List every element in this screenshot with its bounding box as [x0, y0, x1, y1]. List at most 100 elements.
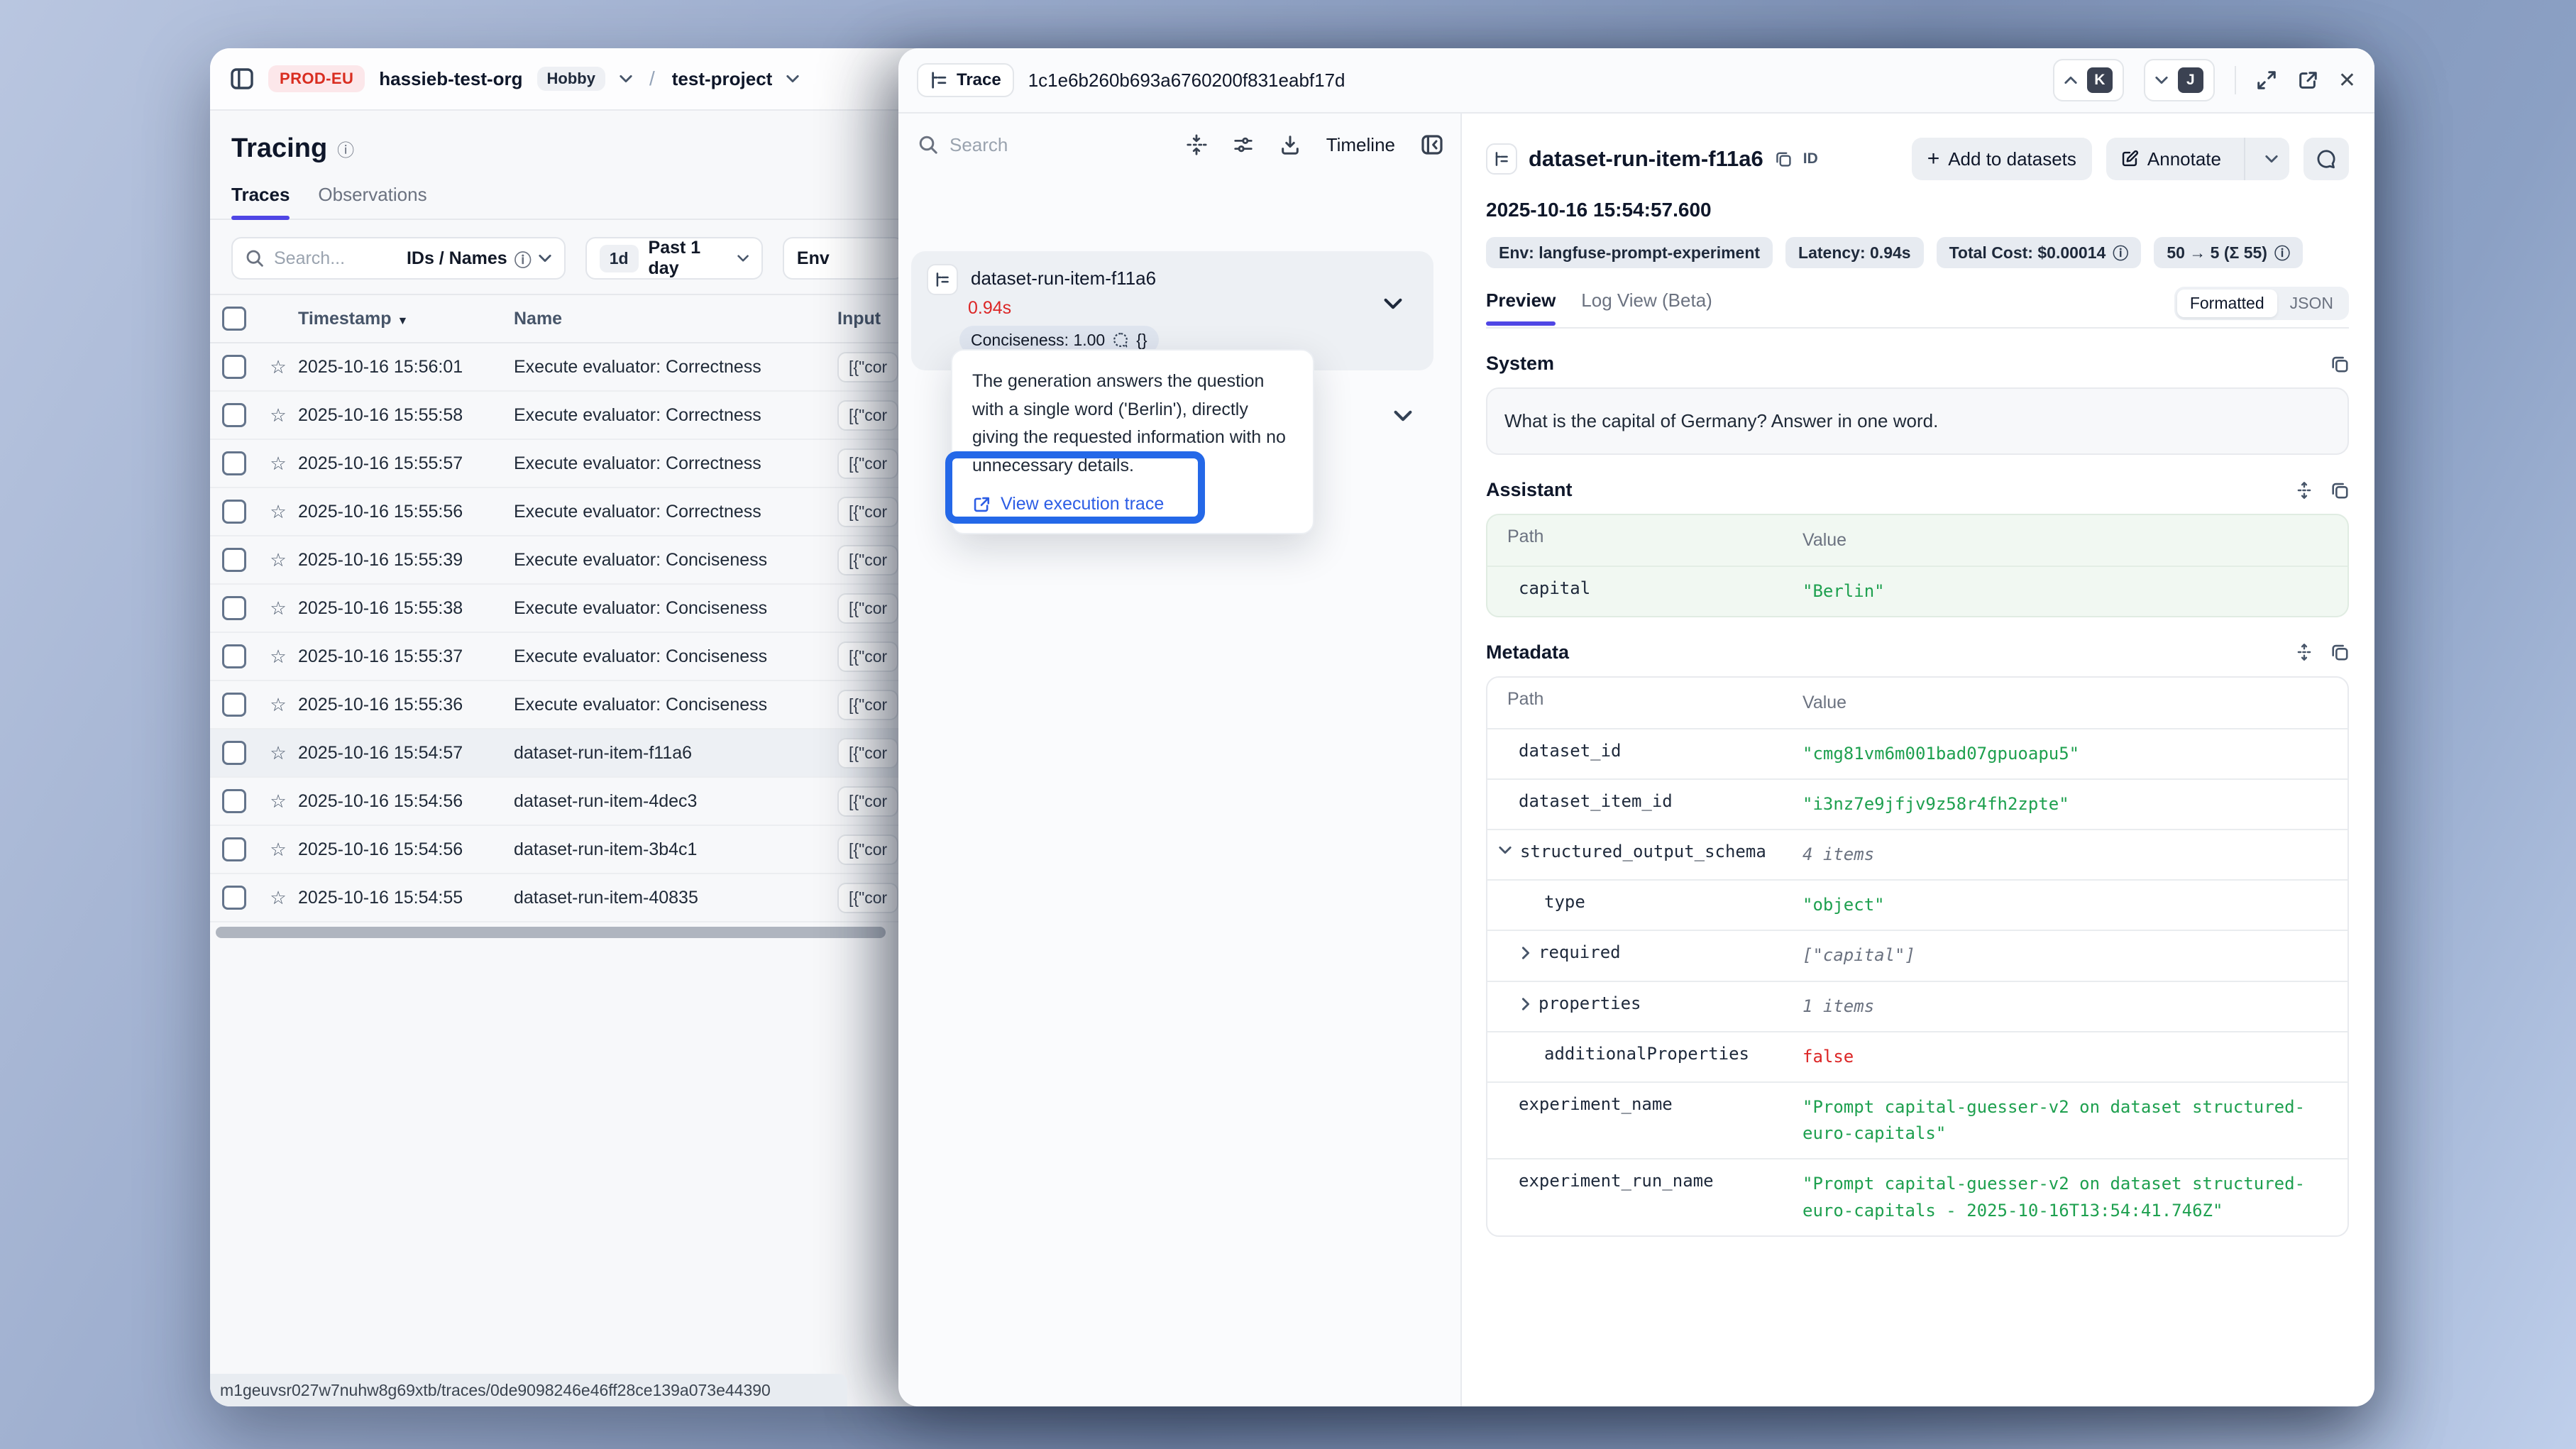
row-checkbox[interactable] — [222, 789, 246, 813]
table-row[interactable]: ☆2025-10-16 15:54:56dataset-run-item-4de… — [210, 778, 904, 826]
row-checkbox[interactable] — [222, 355, 246, 379]
row-checkbox[interactable] — [222, 403, 246, 427]
expand-vertical-icon[interactable] — [2295, 643, 2313, 661]
filter-bar: Search... IDs / Names ⓘ 1d Past 1 day En… — [210, 220, 904, 294]
kv-row-expandable[interactable]: properties 1 items — [1487, 982, 2347, 1032]
table-row[interactable]: ☆2025-10-16 15:54:55dataset-run-item-408… — [210, 874, 904, 922]
time-shortcut: 1d — [600, 245, 639, 272]
settings-sliders-icon[interactable] — [1233, 134, 1254, 155]
col-name[interactable]: Name — [514, 309, 837, 329]
close-icon[interactable]: ✕ — [2338, 68, 2356, 93]
search-placeholder: Search... — [274, 248, 345, 269]
table-row[interactable]: ☆2025-10-16 15:54:56dataset-run-item-3b4… — [210, 826, 904, 874]
tab-observations[interactable]: Observations — [318, 184, 426, 219]
row-checkbox[interactable] — [222, 451, 246, 475]
sidebar-toggle-icon[interactable] — [230, 67, 254, 91]
search-mode-select[interactable]: IDs / Names ⓘ — [407, 246, 551, 271]
env-filter[interactable]: Env — [783, 237, 904, 280]
project-name[interactable]: test-project — [672, 68, 773, 90]
assistant-table: Path Value capital "Berlin" — [1486, 514, 2349, 617]
kv-row-expandable[interactable]: required ["capital"] — [1487, 931, 2347, 981]
timeline-toggle[interactable]: Timeline — [1326, 134, 1395, 156]
star-icon[interactable]: ☆ — [258, 694, 298, 716]
row-checkbox[interactable] — [222, 596, 246, 620]
toggle-json[interactable]: JSON — [2277, 290, 2346, 317]
star-icon[interactable]: ☆ — [258, 742, 298, 764]
star-icon[interactable]: ☆ — [258, 597, 298, 619]
prev-trace-button[interactable]: K — [2053, 59, 2124, 101]
tab-preview[interactable]: Preview — [1486, 290, 1556, 324]
row-checkbox[interactable] — [222, 837, 246, 861]
node-collapse-chevron-icon[interactable] — [1384, 298, 1402, 309]
open-in-new-icon[interactable] — [2297, 70, 2318, 91]
info-icon[interactable]: ⓘ — [337, 136, 354, 161]
star-icon[interactable]: ☆ — [258, 404, 298, 426]
breadcrumb-separator: / — [649, 67, 655, 90]
table-row-selected[interactable]: ☆2025-10-16 15:54:57dataset-run-item-f11… — [210, 729, 904, 778]
expand-vertical-icon[interactable] — [2295, 481, 2313, 500]
fullscreen-icon[interactable] — [2256, 70, 2277, 91]
tab-log-view[interactable]: Log View (Beta) — [1581, 290, 1712, 324]
row-checkbox[interactable] — [222, 548, 246, 572]
toggle-formatted[interactable]: Formatted — [2177, 290, 2277, 317]
table-row[interactable]: ☆2025-10-16 15:55:38Execute evaluator: C… — [210, 585, 904, 633]
collapse-panel-icon[interactable] — [1421, 133, 1443, 156]
table-row[interactable]: ☆2025-10-16 15:55:56Execute evaluator: C… — [210, 488, 904, 536]
table-row[interactable]: ☆2025-10-16 15:56:01Execute evaluator: C… — [210, 343, 904, 392]
table-row[interactable]: ☆2025-10-16 15:55:37Execute evaluator: C… — [210, 633, 904, 681]
project-chevron-down-icon[interactable] — [786, 75, 799, 83]
select-all-checkbox[interactable] — [222, 307, 246, 331]
add-to-datasets-button[interactable]: + Add to datasets — [1912, 138, 2092, 180]
star-icon[interactable]: ☆ — [258, 790, 298, 812]
copy-icon[interactable] — [2330, 643, 2349, 661]
table-row[interactable]: ☆2025-10-16 15:55:39Execute evaluator: C… — [210, 536, 904, 585]
row-checkbox[interactable] — [222, 500, 246, 524]
tab-traces[interactable]: Traces — [231, 184, 290, 219]
star-icon[interactable]: ☆ — [258, 549, 298, 571]
row-checkbox[interactable] — [222, 644, 246, 668]
row-checkbox[interactable] — [222, 886, 246, 910]
star-icon[interactable]: ☆ — [258, 839, 298, 861]
observation-detail-panel: dataset-run-item-f11a6 ID + Add to datas… — [1462, 114, 2374, 1406]
comments-button[interactable] — [2303, 138, 2349, 180]
table-row[interactable]: ☆2025-10-16 15:55:57Execute evaluator: C… — [210, 440, 904, 488]
copy-icon[interactable] — [1775, 150, 1792, 167]
traces-table: Timestamp▼ Name Input ☆2025-10-16 15:56:… — [210, 294, 904, 922]
comment-bubble-icon — [1112, 331, 1129, 348]
env-chip: Env: langfuse-prompt-experiment — [1486, 237, 1773, 268]
star-icon[interactable]: ☆ — [258, 646, 298, 668]
table-row[interactable]: ☆2025-10-16 15:55:58Execute evaluator: C… — [210, 392, 904, 440]
next-trace-button[interactable]: J — [2144, 59, 2215, 101]
search-input[interactable]: Search... IDs / Names ⓘ — [231, 237, 566, 280]
divider — [2235, 66, 2236, 94]
chevron-right-icon — [1521, 998, 1530, 1010]
col-input[interactable]: Input — [837, 309, 904, 329]
kv-row-expandable[interactable]: structured_output_schema 4 items — [1487, 830, 2347, 881]
horizontal-scrollbar[interactable] — [216, 927, 886, 938]
input-preview: [{"cor — [837, 593, 898, 624]
star-icon[interactable]: ☆ — [258, 356, 298, 378]
copy-icon[interactable] — [2330, 355, 2349, 373]
row-checkbox[interactable] — [222, 741, 246, 765]
tracing-panel: Tracing ⓘ Traces Observations Search... … — [210, 111, 904, 1406]
annotate-button[interactable]: Annotate — [2106, 138, 2235, 180]
download-icon[interactable] — [1279, 134, 1301, 155]
node-collapse-chevron-icon[interactable] — [1394, 410, 1412, 422]
copy-icon[interactable] — [2330, 481, 2349, 500]
star-icon[interactable]: ☆ — [258, 887, 298, 909]
input-preview: [{"cor — [837, 738, 898, 768]
star-icon[interactable]: ☆ — [258, 453, 298, 475]
annotate-dropdown-chevron[interactable] — [2254, 138, 2289, 180]
star-icon[interactable]: ☆ — [258, 501, 298, 523]
tree-search-input[interactable]: Search — [918, 134, 1160, 156]
table-row[interactable]: ☆2025-10-16 15:55:36Execute evaluator: C… — [210, 681, 904, 729]
row-checkbox[interactable] — [222, 693, 246, 717]
org-name[interactable]: hassieb-test-org — [379, 68, 522, 90]
org-chevron-down-icon[interactable] — [620, 75, 632, 83]
col-timestamp[interactable]: Timestamp▼ — [298, 309, 514, 329]
collapse-all-icon[interactable] — [1186, 134, 1207, 155]
drawer-header: Trace 1c1e6b260b693a6760200f831eabf17d K… — [898, 48, 2374, 114]
trace-id[interactable]: 1c1e6b260b693a6760200f831eabf17d — [1028, 70, 1345, 92]
time-range-filter[interactable]: 1d Past 1 day — [585, 237, 763, 280]
input-preview: [{"cor — [837, 690, 898, 720]
